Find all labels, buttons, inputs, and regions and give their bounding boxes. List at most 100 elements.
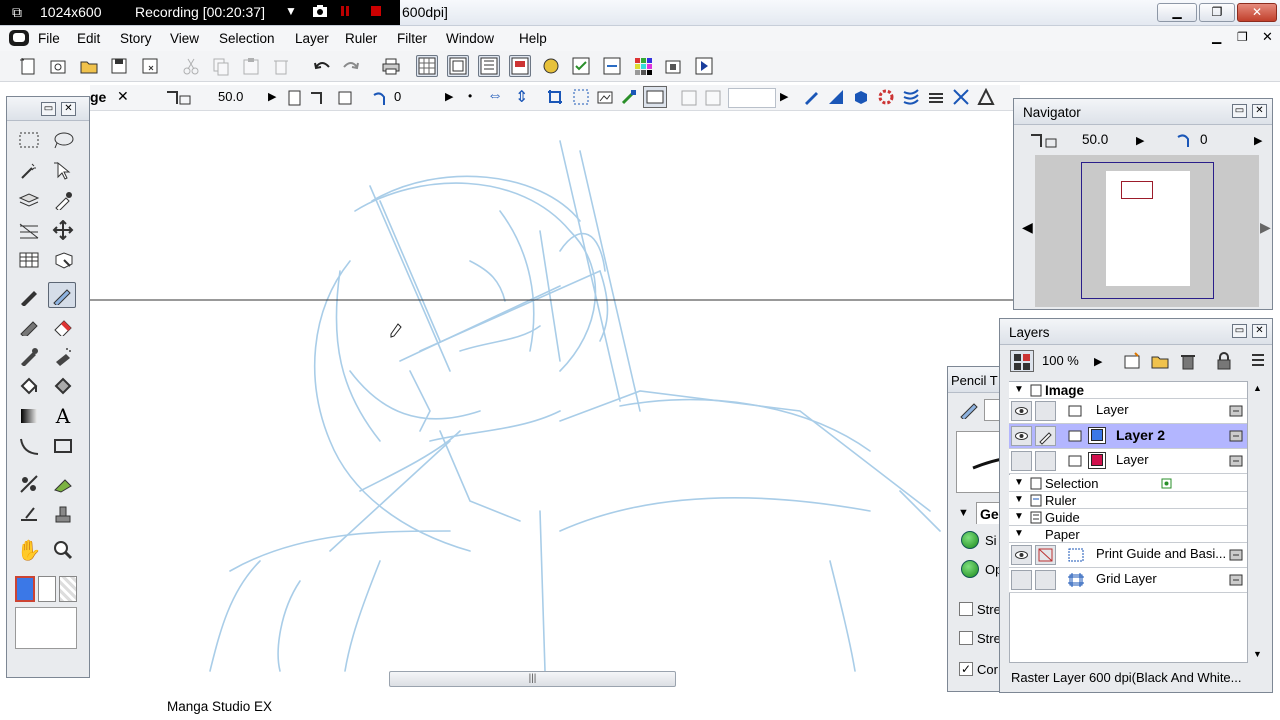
close-button[interactable]: ✕ xyxy=(1237,3,1277,22)
minimize-button[interactable]: ▁ xyxy=(1157,3,1197,22)
doc-minimize-button[interactable]: ▁ xyxy=(1212,30,1221,44)
doc-tab-close-icon[interactable]: ✕ xyxy=(117,88,129,105)
guide-group-row[interactable]: ▼ Guide xyxy=(1009,509,1247,526)
export-icon[interactable] xyxy=(662,55,684,77)
paper-layer-row[interactable]: Grid Layer xyxy=(1009,568,1247,593)
rectangle-icon[interactable] xyxy=(49,433,77,459)
menu-layer[interactable]: Layer xyxy=(295,31,329,46)
opacity-option-icon[interactable] xyxy=(961,560,979,578)
save-as-icon[interactable] xyxy=(139,55,161,77)
page-icon[interactable] xyxy=(286,89,304,110)
hand-icon[interactable]: ✋ xyxy=(15,537,43,563)
rect-select-icon[interactable] xyxy=(15,127,43,153)
check-icon[interactable] xyxy=(570,55,592,77)
pattern-fill-icon[interactable] xyxy=(49,373,77,399)
layer-list-scroll-up-icon[interactable]: ▲ xyxy=(1253,383,1262,393)
fit-icon[interactable] xyxy=(336,89,354,110)
layer-row-selected[interactable]: Layer 2 xyxy=(1009,424,1247,449)
gear-icon[interactable] xyxy=(877,88,895,109)
navigator-minimize-button[interactable]: ▭ xyxy=(1232,104,1247,118)
menu-ruler[interactable]: Ruler xyxy=(345,31,377,46)
tools-minimize-button[interactable]: ▭ xyxy=(41,102,56,116)
selection-tools-icon[interactable] xyxy=(1161,478,1183,493)
paste-icon[interactable] xyxy=(240,55,262,77)
rotation-value[interactable]: 0 xyxy=(390,88,440,108)
layer-color-swatch[interactable] xyxy=(1088,452,1106,469)
zoom-icon[interactable] xyxy=(49,537,77,563)
layer-options-icon[interactable] xyxy=(1229,573,1243,590)
eye-icon[interactable] xyxy=(1011,401,1032,421)
grid-icon[interactable] xyxy=(15,247,43,273)
object-select-icon[interactable] xyxy=(49,157,77,183)
expand-arrow-icon[interactable]: ▼ xyxy=(1014,528,1024,539)
correction-checkbox[interactable]: ✓ xyxy=(959,662,973,676)
tone-view-icon[interactable] xyxy=(540,55,562,77)
doc-close-button[interactable]: ✕ xyxy=(1262,29,1273,45)
delete-layer-icon[interactable] xyxy=(1178,351,1198,374)
navigator-zoom-value[interactable]: 50.0 xyxy=(1082,132,1108,147)
focus-line-icon[interactable] xyxy=(952,88,970,109)
print-icon[interactable] xyxy=(380,55,402,77)
layer-opacity-arrow-icon[interactable]: ▶ xyxy=(1094,355,1102,368)
airbrush-icon[interactable] xyxy=(49,343,77,369)
new-story-icon[interactable] xyxy=(47,55,69,77)
navigator-rotate-icon[interactable] xyxy=(1174,131,1192,152)
expand-arrow-icon[interactable]: ▼ xyxy=(1014,384,1024,395)
layer-options-icon[interactable] xyxy=(1229,429,1243,446)
expand-arrow-icon[interactable]: ▼ xyxy=(1014,511,1024,522)
foreground-color-swatch[interactable] xyxy=(15,576,35,602)
stop-icon[interactable] xyxy=(370,4,382,21)
maximize-button[interactable]: ❐ xyxy=(1199,3,1235,22)
brush-icon[interactable] xyxy=(15,343,43,369)
visibility-cell[interactable] xyxy=(1011,570,1032,590)
line-icon[interactable] xyxy=(15,501,43,527)
layer-row[interactable]: Layer xyxy=(1009,449,1247,474)
layer-view-icon[interactable] xyxy=(601,55,623,77)
doc-tab-label[interactable]: ge xyxy=(90,89,106,105)
background-color-swatch[interactable] xyxy=(38,576,56,602)
value-arrow-icon[interactable]: ▶ xyxy=(780,90,788,103)
navigator-left-arrow-icon[interactable]: ◀ xyxy=(1022,219,1033,236)
frame-view-icon[interactable] xyxy=(509,55,531,77)
lasso-icon[interactable] xyxy=(49,127,77,153)
fill-icon[interactable] xyxy=(15,373,43,399)
navigator-right-arrow-icon[interactable]: ▶ xyxy=(1260,219,1271,236)
ruler-icon[interactable] xyxy=(15,217,43,243)
menu-file[interactable]: File xyxy=(38,31,60,46)
stroke-checkbox-2[interactable] xyxy=(959,631,973,645)
text-icon[interactable]: A xyxy=(49,403,77,429)
eye-icon[interactable] xyxy=(1011,426,1032,446)
triangle-ruler-icon[interactable] xyxy=(827,88,845,109)
gradation-icon[interactable] xyxy=(15,403,43,429)
paper-group-row[interactable]: ▼ Paper xyxy=(1009,526,1247,543)
no-edit-icon[interactable] xyxy=(1035,545,1056,565)
navigator-zoom-arrow-icon[interactable]: ▶ xyxy=(1136,134,1144,147)
navigator-rotation-value[interactable]: 0 xyxy=(1200,132,1208,147)
tone-eraser-icon[interactable] xyxy=(49,471,77,497)
cut-icon[interactable] xyxy=(180,55,202,77)
copy-icon[interactable] xyxy=(210,55,232,77)
edit-target-cell[interactable] xyxy=(1035,570,1056,590)
layer-mode-icon[interactable] xyxy=(1010,350,1034,372)
dot-icon[interactable]: • xyxy=(468,89,472,103)
pen-tool-icon[interactable] xyxy=(802,88,820,109)
layers-close-button[interactable]: ✕ xyxy=(1252,324,1267,338)
layer-lock-icon[interactable] xyxy=(1214,351,1234,374)
eraser-icon[interactable] xyxy=(49,313,77,339)
edit-target-cell[interactable] xyxy=(1035,451,1056,471)
adjust-icon[interactable] xyxy=(620,88,638,109)
layer-select-icon[interactable] xyxy=(15,187,43,213)
flip-horizontal-icon[interactable]: ⇔ xyxy=(487,87,503,105)
navigator-view-rect[interactable] xyxy=(1081,162,1214,299)
tools-close-button[interactable]: ✕ xyxy=(61,102,76,116)
image-group-row[interactable]: ▼ Image xyxy=(1009,382,1247,399)
pencil-icon[interactable] xyxy=(48,282,76,308)
menu-story[interactable]: Story xyxy=(120,31,152,46)
layer-options-icon[interactable] xyxy=(1229,454,1243,471)
edit-target-cell[interactable] xyxy=(1035,401,1056,421)
curve-icon[interactable] xyxy=(15,433,43,459)
doc-restore-button[interactable]: ❐ xyxy=(1237,30,1248,44)
tone-icon[interactable] xyxy=(15,471,43,497)
marker-icon[interactable] xyxy=(15,313,43,339)
menu-help[interactable]: Help xyxy=(519,31,547,46)
